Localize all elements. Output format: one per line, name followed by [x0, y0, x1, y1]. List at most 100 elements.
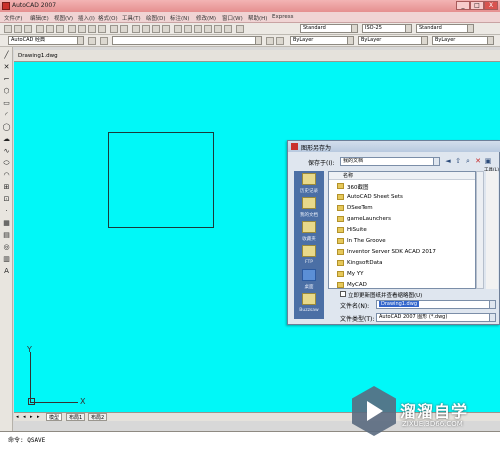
command-line[interactable]: 命令: QSAVE	[0, 431, 500, 454]
text-style-select[interactable]: Standard	[300, 24, 358, 33]
list-item[interactable]: KingsoftData	[331, 258, 475, 269]
color-select[interactable]: ByLayer	[290, 36, 354, 45]
menu-file[interactable]: 文件(F)	[4, 14, 22, 22]
list-item[interactable]: MyCAD	[331, 280, 475, 288]
lineweight-select[interactable]: ByLayer	[432, 36, 494, 45]
workspace-select[interactable]: AutoCAD 经典	[8, 36, 84, 45]
document-tab[interactable]: Drawing1.dwg	[18, 53, 58, 59]
list-item[interactable]: My YY	[331, 269, 475, 280]
rectangle-icon[interactable]: ▭	[2, 99, 11, 108]
polyline-icon[interactable]: ⌐	[2, 75, 11, 84]
tool-palettes-icon[interactable]	[194, 25, 202, 33]
menu-draw[interactable]: 绘图(D)	[146, 14, 166, 22]
table-icon[interactable]: ▥	[2, 255, 11, 264]
layer-previous-icon[interactable]	[276, 37, 284, 45]
make-current-layer-icon[interactable]	[266, 37, 274, 45]
redo-icon[interactable]	[120, 25, 128, 33]
table-style-select[interactable]: Standard	[416, 24, 474, 33]
polygon-icon[interactable]: ⬡	[2, 87, 11, 96]
open-icon[interactable]	[14, 25, 22, 33]
workspace-settings-icon[interactable]	[88, 37, 96, 45]
menu-tools[interactable]: 工具(T)	[122, 14, 141, 22]
construction-line-icon[interactable]: ✕	[2, 63, 11, 72]
update-thumbnail-checkbox[interactable]	[340, 291, 346, 297]
region-icon[interactable]: ◎	[2, 243, 11, 252]
list-item[interactable]: AutoCAD Sheet Sets	[331, 192, 475, 203]
design-center-icon[interactable]	[184, 25, 192, 33]
filename-input[interactable]: Drawing1.dwg	[376, 300, 496, 309]
search-icon[interactable]: ⌕	[464, 157, 472, 165]
prev-tab-icon[interactable]: ◂	[23, 414, 29, 420]
ellipse-arc-icon[interactable]: ◠	[2, 171, 11, 180]
list-item[interactable]: 360截图	[331, 181, 475, 192]
place-buzzsaw[interactable]: Buzzsaw	[296, 291, 322, 319]
zoom-previous-icon[interactable]	[162, 25, 170, 33]
spline-icon[interactable]: ∿	[2, 147, 11, 156]
back-icon[interactable]: ◄	[444, 157, 452, 165]
layer-manager-icon[interactable]	[100, 37, 108, 45]
insert-block-icon[interactable]: ⊞	[2, 183, 11, 192]
zoom-realtime-icon[interactable]	[142, 25, 150, 33]
tab-model[interactable]: 模型	[46, 413, 63, 421]
line-icon[interactable]: ╱	[2, 51, 11, 60]
last-tab-icon[interactable]: ▸	[37, 414, 43, 420]
new-folder-icon[interactable]: ▣	[484, 157, 492, 165]
cut-icon[interactable]	[68, 25, 76, 33]
menu-format[interactable]: 格式(O)	[98, 14, 118, 22]
close-button[interactable]: X	[484, 1, 498, 10]
menu-view[interactable]: 视图(V)	[54, 14, 73, 22]
list-item[interactable]: DSeeTem	[331, 203, 475, 214]
sheet-set-icon[interactable]	[204, 25, 212, 33]
gradient-icon[interactable]: ▤	[2, 231, 11, 240]
calculator-icon[interactable]	[224, 25, 232, 33]
hatch-icon[interactable]: ▦	[2, 219, 11, 228]
menu-help[interactable]: 帮助(H)	[248, 14, 267, 22]
help-icon[interactable]	[236, 25, 244, 33]
delete-icon[interactable]: ✕	[474, 157, 482, 165]
linetype-select[interactable]: ByLayer	[358, 36, 428, 45]
next-tab-icon[interactable]: ▸	[30, 414, 36, 420]
copy-icon[interactable]	[78, 25, 86, 33]
tab-layout1[interactable]: 布局1	[66, 413, 86, 421]
menu-edit[interactable]: 编辑(E)	[30, 14, 49, 22]
new-icon[interactable]	[4, 25, 12, 33]
ellipse-icon[interactable]: ⬭	[2, 159, 11, 168]
menu-window[interactable]: 窗口(W)	[222, 14, 243, 22]
paste-icon[interactable]	[88, 25, 96, 33]
markup-icon[interactable]	[214, 25, 222, 33]
file-list-scrollbar[interactable]	[476, 171, 484, 289]
list-item[interactable]: gameLaunchers	[331, 214, 475, 225]
file-list[interactable]: 名称 360截图 AutoCAD Sheet Sets DSeeTem game…	[328, 171, 476, 289]
filetype-select[interactable]: AutoCAD 2007 图形 (*.dwg)	[376, 313, 496, 322]
make-block-icon[interactable]: ⊡	[2, 195, 11, 204]
publish-icon[interactable]	[56, 25, 64, 33]
pan-icon[interactable]	[132, 25, 140, 33]
autocad-app-icon[interactable]	[2, 2, 10, 10]
menu-modify[interactable]: 修改(M)	[196, 14, 216, 22]
properties-icon[interactable]	[174, 25, 182, 33]
list-item[interactable]: HiSuite	[331, 225, 475, 236]
plot-preview-icon[interactable]	[46, 25, 54, 33]
drawn-rectangle[interactable]	[108, 132, 214, 228]
maximize-button[interactable]: □	[470, 1, 484, 10]
save-in-select[interactable]: 我的文档	[340, 157, 440, 166]
match-properties-icon[interactable]	[98, 25, 106, 33]
point-icon[interactable]: ·	[2, 207, 11, 216]
menu-dimension[interactable]: 标注(N)	[170, 14, 189, 22]
tab-layout2[interactable]: 布局2	[88, 413, 108, 421]
menu-insert[interactable]: 插入(I)	[78, 14, 95, 22]
layer-select[interactable]	[112, 36, 262, 45]
list-item[interactable]: Inventor Server SDK ACAD 2017	[331, 247, 475, 258]
list-item[interactable]: In The Groove	[331, 236, 475, 247]
save-icon[interactable]	[24, 25, 32, 33]
plot-icon[interactable]	[36, 25, 44, 33]
zoom-window-icon[interactable]	[152, 25, 160, 33]
dim-style-select[interactable]: ISO-25	[362, 24, 412, 33]
up-folder-icon[interactable]: ⇧	[454, 157, 462, 165]
menu-express[interactable]: Express	[272, 14, 293, 20]
undo-icon[interactable]	[110, 25, 118, 33]
list-header-name[interactable]: 名称	[329, 172, 475, 180]
circle-icon[interactable]: ◯	[2, 123, 11, 132]
arc-icon[interactable]: ◜	[2, 111, 11, 120]
first-tab-icon[interactable]: ◂	[16, 414, 22, 420]
